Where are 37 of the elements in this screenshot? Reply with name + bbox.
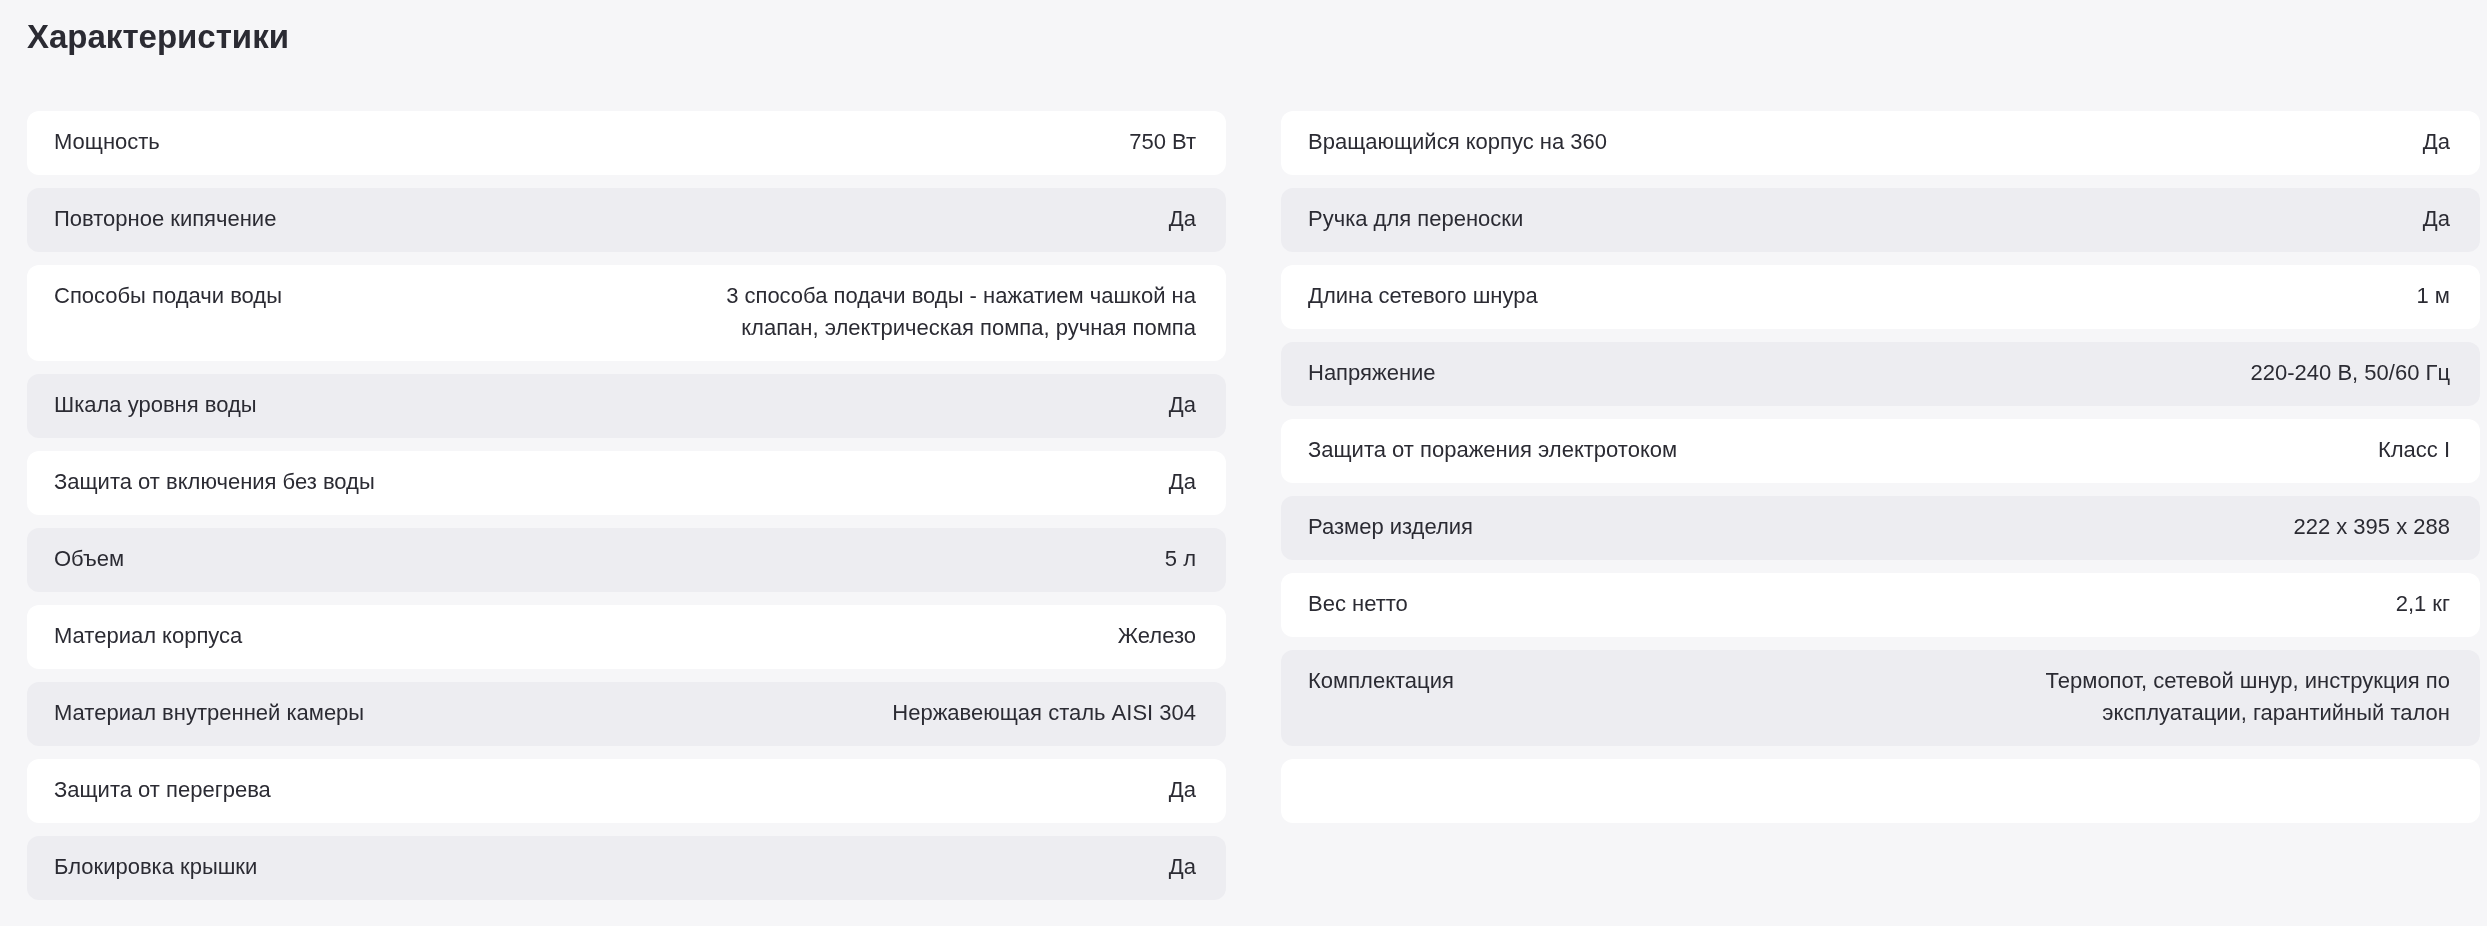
spec-label: Защита от поражения электротоком (1308, 436, 1678, 464)
spec-value: Да (1168, 468, 1196, 496)
spec-label: Способы подачи воды (54, 282, 282, 310)
spec-label: Размер изделия (1308, 513, 1473, 541)
spec-value: 3 способа подачи воды - нажатием чашкой на клапан, электрическая помпа, ручная помпа (725, 282, 1196, 342)
spec-value: 1 м (2416, 282, 2450, 310)
spec-value: Да (2422, 205, 2450, 233)
spec-value: Класс I (2377, 436, 2450, 464)
spec-value: 5 л (1164, 545, 1196, 573)
spec-label: Защита от перегрева (54, 776, 271, 804)
spec-value: Нержавеющая сталь AISI 304 (892, 699, 1196, 727)
spec-value: 750 Вт (1129, 128, 1196, 156)
spec-label: Защита от включения без воды (54, 468, 375, 496)
spec-label: Материал корпуса (54, 622, 243, 650)
spec-label: Блокировка крышки (54, 853, 258, 881)
spec-value: Термопот, сетевой шнур, инструкция по эксплуатации, гарантийный талон (2044, 667, 2450, 727)
spec-value: Железо (1117, 622, 1196, 650)
spec-value: 220-240 В, 50/60 Гц (2250, 359, 2450, 387)
section-title: Характеристики (27, 17, 289, 57)
spec-label: Шкала уровня воды (54, 391, 257, 419)
spec-label: Повторное кипячение (54, 205, 277, 233)
spec-label: Вращающийся корпус на 360 (1308, 128, 1607, 156)
spec-label: Длина сетевого шнура (1308, 282, 1538, 310)
spec-label: Объем (54, 545, 125, 573)
spec-label: Напряжение (1308, 359, 1436, 387)
spec-label: Ручка для переноски (1308, 205, 1524, 233)
spec-value: Да (1168, 391, 1196, 419)
spec-value: Да (2422, 128, 2450, 156)
spec-label: Мощность (54, 128, 160, 156)
spec-value: Да (1168, 853, 1196, 881)
spec-value: Да (1168, 776, 1196, 804)
spec-label: Вес нетто (1308, 590, 1408, 618)
spec-label: Материал внутренней камеры (54, 699, 365, 727)
spec-value: Да (1168, 205, 1196, 233)
spec-value: 222 x 395 x 288 (2293, 513, 2450, 541)
spec-value: 2,1 кг (2395, 590, 2450, 618)
spec-label: Комплектация (1308, 667, 1454, 695)
